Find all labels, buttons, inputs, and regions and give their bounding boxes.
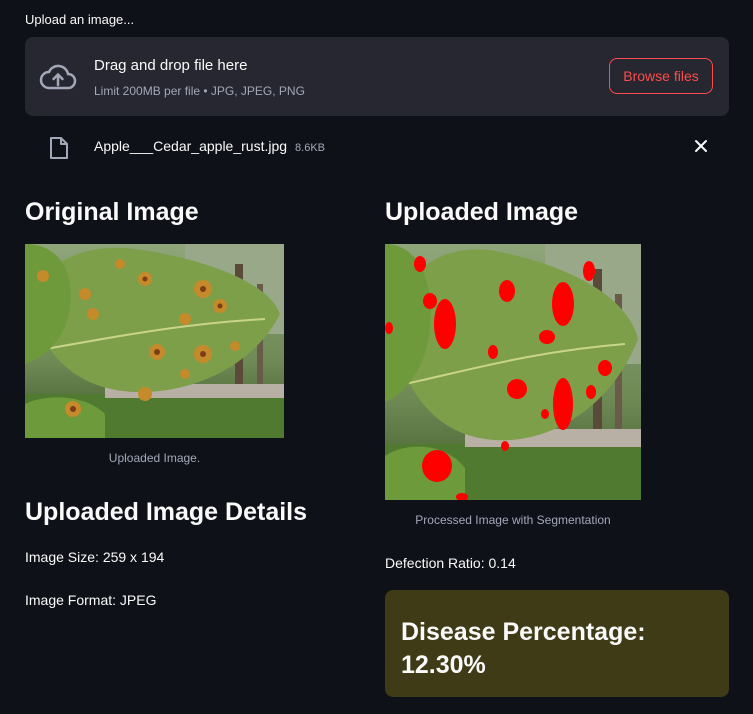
- disease-percentage-box: Disease Percentage: 12.30%: [385, 590, 729, 697]
- file-size: 8.6KB: [295, 142, 326, 154]
- defection-ratio-text: Defection Ratio: 0.14: [385, 555, 516, 571]
- uploaded-image-title: Uploaded Image: [385, 198, 579, 226]
- close-icon[interactable]: [693, 138, 709, 154]
- segmented-leaf-image: [385, 244, 641, 500]
- image-details-title: Uploaded Image Details: [25, 498, 308, 526]
- image-format-text: Image Format: JPEG: [25, 592, 157, 608]
- browse-files-button[interactable]: Browse files: [609, 58, 713, 94]
- dropzone-limit-text: Limit 200MB per file • JPG, JPEG, PNG: [94, 84, 305, 98]
- original-image-title: Original Image: [25, 198, 199, 226]
- file-name-line: Apple___Cedar_apple_rust.jpg 8.6KB: [94, 138, 325, 154]
- uploaded-file-row: Apple___Cedar_apple_rust.jpg 8.6KB: [25, 128, 729, 164]
- image-size-text: Image Size: 259 x 194: [25, 549, 165, 565]
- cloud-upload-icon: [39, 64, 77, 90]
- file-icon: [50, 137, 68, 159]
- uploader-label: Upload an image...: [25, 12, 135, 27]
- segmented-image-caption: Processed Image with Segmentation: [415, 513, 611, 527]
- disease-percentage-text: Disease Percentage: 12.30%: [401, 618, 646, 679]
- dropzone-title: Drag and drop file here: [94, 57, 248, 74]
- file-name: Apple___Cedar_apple_rust.jpg: [94, 138, 288, 154]
- file-dropzone[interactable]: Drag and drop file here Limit 200MB per …: [25, 37, 729, 116]
- original-image-caption: Uploaded Image.: [108, 451, 201, 465]
- original-leaf-image: [25, 244, 284, 438]
